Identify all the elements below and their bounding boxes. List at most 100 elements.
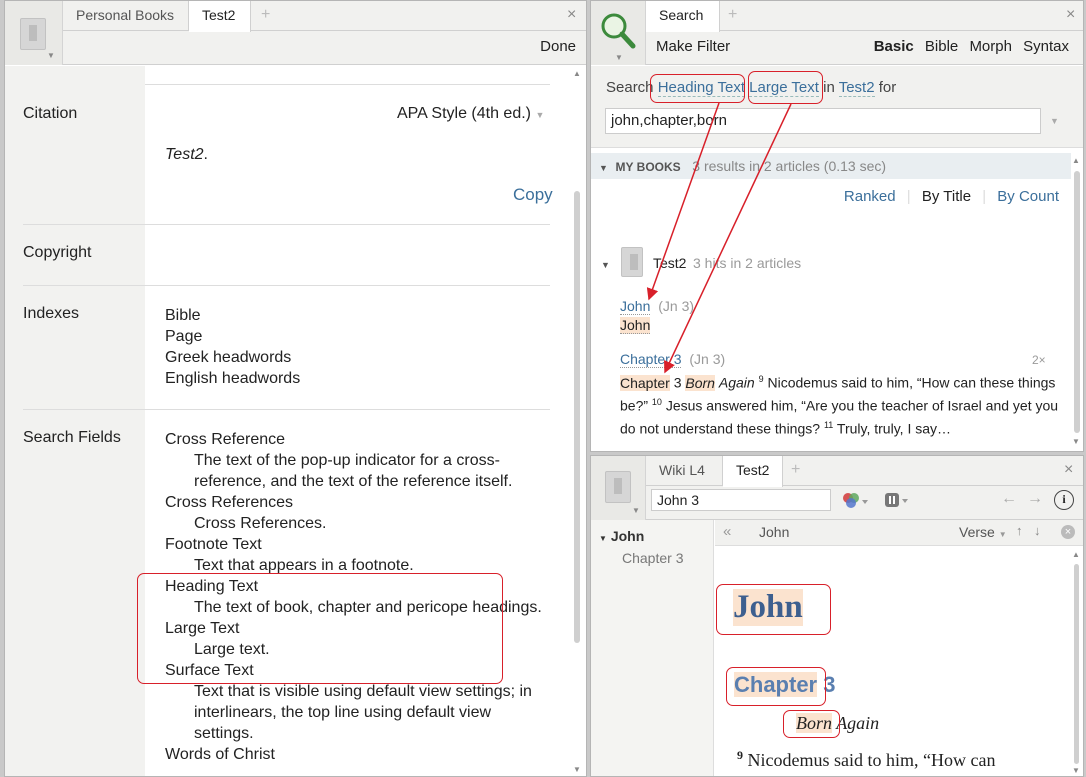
pericope-rest: Again <box>836 713 880 733</box>
tab-personal-books[interactable]: Personal Books <box>63 1 189 31</box>
hit-word: Born <box>685 374 715 391</box>
scroll-down-icon[interactable]: ▼ <box>1072 766 1080 775</box>
annotation-highlight <box>650 74 745 103</box>
toc-item-book[interactable]: ▼ John <box>599 528 644 544</box>
scroll-up-icon[interactable]: ▲ <box>1072 156 1080 165</box>
sort-ranked[interactable]: Ranked <box>844 188 896 205</box>
sort-by-title[interactable]: By Title <box>922 188 971 205</box>
dropdown-arrow-icon: ▼ <box>615 53 623 62</box>
back-arrow-icon[interactable]: ← <box>1001 490 1017 508</box>
list-item: English headwords <box>165 370 301 387</box>
scroll-up-icon[interactable]: ▲ <box>573 69 581 78</box>
expand-arrow-icon[interactable]: ▼ <box>601 260 610 270</box>
mode-syntax[interactable]: Syntax <box>1023 38 1069 55</box>
add-tab-icon[interactable]: + <box>791 456 800 484</box>
tab-search[interactable]: Search <box>646 1 720 32</box>
annotation-highlight <box>716 584 831 635</box>
annotation-highlight <box>748 71 823 104</box>
hit-2-header: Chapter 3 (Jn 3) <box>620 351 725 368</box>
verse-line: 9 Nicodemus said to him, “How can <box>737 748 995 771</box>
citation-style-value: APA Style (4th ed.) <box>397 105 531 122</box>
field-desc: The text of the pop-up indicator for a c… <box>194 452 513 490</box>
mode-bible[interactable]: Bible <box>925 38 958 55</box>
label-column <box>5 66 145 776</box>
result-book-title[interactable]: Test2 <box>653 255 686 271</box>
search-fields-label: Search Fields <box>23 429 121 446</box>
scrollbar[interactable] <box>574 191 580 643</box>
indexes-label: Indexes <box>23 305 80 322</box>
add-tab-icon[interactable]: + <box>261 1 270 29</box>
book-icon <box>20 18 46 50</box>
verse-number: 10 <box>651 397 662 408</box>
tab-test2[interactable]: Test2 <box>723 456 783 487</box>
field-name: Cross Reference <box>165 431 286 448</box>
results-section-header[interactable]: ▼ MY BOOKS 3 results in 2 articles (0.13… <box>591 153 1071 179</box>
search-input[interactable]: john,chapter,born <box>605 108 1041 134</box>
collapse-sidebar-icon[interactable]: « <box>723 523 731 540</box>
visual-filters-icon[interactable] <box>840 491 870 511</box>
close-icon[interactable]: × <box>1061 525 1075 539</box>
make-filter-button[interactable]: Make Filter <box>656 38 730 55</box>
field-desc: Text that is visible using default view … <box>194 683 532 742</box>
verse-select[interactable]: Verse ▼ <box>959 524 1007 540</box>
panel-menu-button[interactable]: ▼ <box>591 456 646 520</box>
scrollbar[interactable] <box>1074 171 1080 433</box>
mode-morph[interactable]: Morph <box>969 38 1012 55</box>
search-header: ▼ Search + × Make Filter Basic Bible Mor… <box>591 1 1083 65</box>
scroll-up-icon[interactable]: ▲ <box>1072 550 1080 559</box>
toc-item-chapter[interactable]: Chapter 3 <box>622 550 683 566</box>
history-dropdown-icon[interactable]: ▼ <box>1050 116 1059 126</box>
resource-selector[interactable]: Test2 <box>838 79 875 97</box>
hit-1-ref: (Jn 3) <box>658 298 695 314</box>
scroll-down-icon[interactable]: ▼ <box>1072 437 1080 446</box>
annotation-highlight <box>783 710 840 738</box>
citation-style-select[interactable]: APA Style (4th ed.) ▼ <box>397 105 544 123</box>
scrollbar[interactable] <box>1074 564 1079 764</box>
verse-text: Nicodemus said to him, “How can <box>747 750 996 770</box>
breadcrumb[interactable]: John <box>759 524 789 540</box>
search-mode-tabs: Basic Bible Morph Syntax <box>874 38 1069 55</box>
search-icon <box>601 13 636 49</box>
close-icon[interactable]: × <box>1064 456 1073 484</box>
add-tab-icon[interactable]: + <box>728 1 737 29</box>
citation-title: Test2 <box>165 146 204 163</box>
close-icon[interactable]: × <box>1066 1 1075 29</box>
field-name: Footnote Text <box>165 536 262 553</box>
tab-test2[interactable]: Test2 <box>189 1 251 32</box>
dropdown-arrow-icon: ▼ <box>632 506 640 515</box>
hit-word: Chapter <box>620 374 670 391</box>
copy-button[interactable]: Copy <box>513 185 553 205</box>
hit-text: Nicodemus said to him, “How can these <box>767 374 1015 391</box>
forward-arrow-icon[interactable]: → <box>1027 490 1043 508</box>
reference-value: John 3 <box>657 492 700 508</box>
copyright-label: Copyright <box>23 244 92 261</box>
parallel-resources-icon[interactable] <box>884 491 910 511</box>
done-button[interactable]: Done <box>540 38 576 55</box>
panel-menu-button[interactable]: ▼ <box>5 1 63 65</box>
search-menu-button[interactable]: ▼ <box>591 1 646 65</box>
hit-text: 3 <box>673 374 682 391</box>
sort-options: Ranked | By Title | By Count <box>843 188 1059 205</box>
reader-panel: ▼ Wiki L4 Test2 + × John 3 ← → i ▼ John <box>590 455 1084 777</box>
reference-input[interactable]: John 3 <box>651 489 831 511</box>
info-icon[interactable]: i <box>1054 490 1074 510</box>
search-tab-bar: Search + × <box>646 1 1083 32</box>
tab-wiki-l4[interactable]: Wiki L4 <box>646 456 723 486</box>
scroll-down-icon[interactable]: ▼ <box>573 765 581 774</box>
sort-by-count[interactable]: By Count <box>997 188 1059 205</box>
left-panel-header: ▼ Personal Books Test2 + × Done <box>5 1 586 65</box>
next-icon[interactable]: ↓ <box>1034 523 1041 538</box>
search-prefix: Search <box>606 79 654 96</box>
field-name: Cross References <box>165 494 294 511</box>
hit-1-snippet: John <box>620 317 651 334</box>
hit-2-title[interactable]: Chapter 3 <box>620 351 682 368</box>
hit-2-snippet: Chapter 3 Born Again 9 Nicodemus said to… <box>620 370 1060 439</box>
close-icon[interactable]: × <box>567 1 576 29</box>
mode-basic[interactable]: Basic <box>874 38 914 55</box>
for-word: for <box>878 79 897 96</box>
previous-icon[interactable]: ↑ <box>1016 523 1023 538</box>
in-word: in <box>823 79 835 96</box>
reader-tab-bar: Wiki L4 Test2 + × <box>646 456 1083 487</box>
book-icon <box>605 471 631 503</box>
hit-1-title[interactable]: John <box>620 298 651 315</box>
